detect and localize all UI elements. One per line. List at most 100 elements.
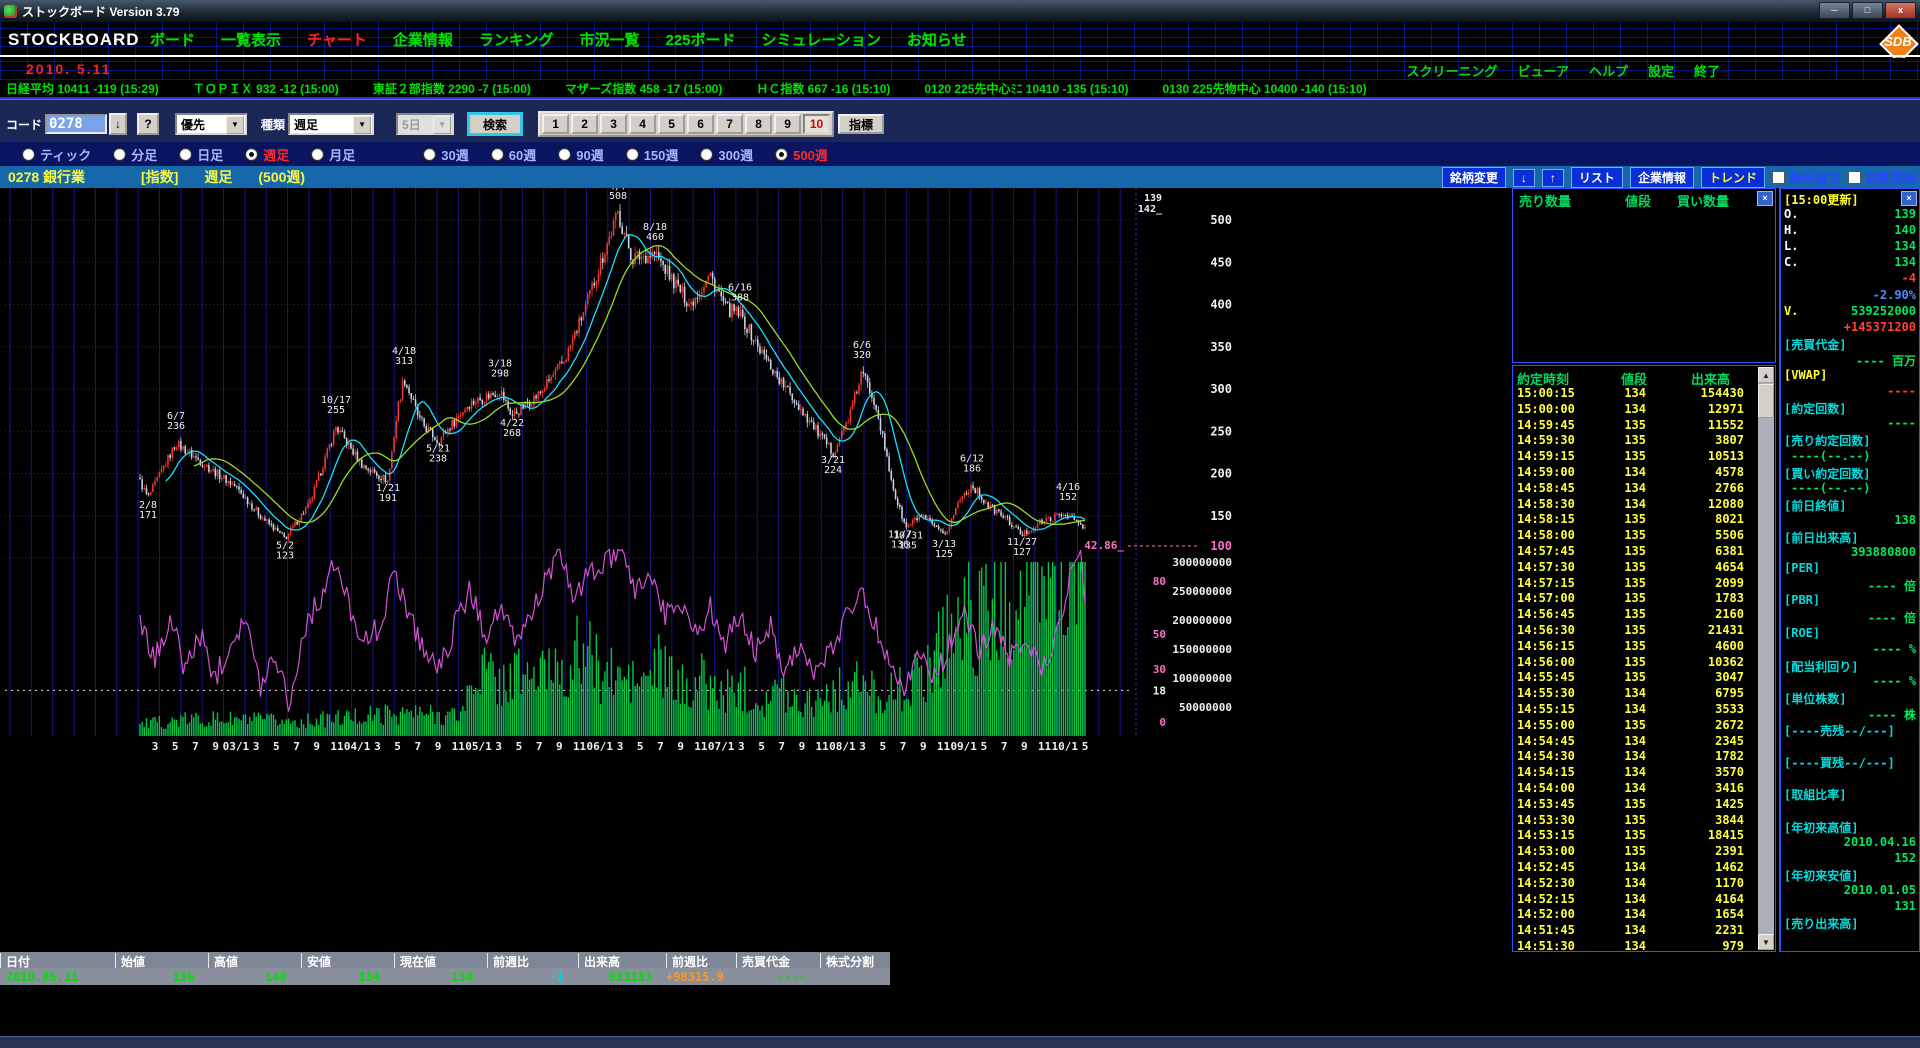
help-button[interactable]: ?: [137, 113, 159, 135]
radio-90週[interactable]: 90週: [558, 145, 603, 164]
info-line: [売り約定回数]: [1781, 432, 1920, 448]
x-axis-label: 3: [253, 740, 260, 753]
header-button-5[interactable]: 企業情報: [1630, 167, 1694, 188]
chevron-down-icon[interactable]: ▼: [353, 116, 371, 134]
checkbox-2[interactable]: 自動更新: [1848, 168, 1917, 187]
radio-300週[interactable]: 300週: [700, 145, 753, 164]
volume-bar: [165, 729, 166, 736]
header-button-6[interactable]: トレンド: [1701, 167, 1765, 188]
volume-bar: [1074, 562, 1075, 736]
candle-body: [781, 378, 783, 384]
candle-body: [942, 530, 944, 533]
menu-item-5[interactable]: ランキング: [479, 29, 554, 50]
code-input[interactable]: [45, 114, 107, 134]
checkbox-icon[interactable]: [1848, 171, 1861, 184]
search-button[interactable]: 検索: [468, 113, 522, 135]
radio-circle-icon[interactable]: [311, 148, 324, 161]
chart-count-button-1[interactable]: 1: [542, 114, 569, 134]
chart-count-button-7[interactable]: 7: [716, 114, 743, 134]
candle-body: [1030, 531, 1032, 532]
radio-circle-icon[interactable]: [558, 148, 571, 161]
minimize-button[interactable]: ─: [1819, 2, 1850, 19]
menu-item-8[interactable]: シミュレーション: [762, 29, 881, 50]
radio-週足[interactable]: 週足: [245, 145, 289, 164]
maximize-button[interactable]: □: [1852, 2, 1883, 19]
priority-select[interactable]: 優先 ▼: [175, 113, 247, 135]
volume-bar: [486, 669, 487, 736]
right-link-1[interactable]: スクリーニング: [1406, 61, 1497, 80]
header-button-2[interactable]: ↓: [1513, 169, 1535, 187]
right-link-2[interactable]: ビューア: [1517, 61, 1568, 80]
radio-circle-icon[interactable]: [179, 148, 192, 161]
radio-circle-icon[interactable]: [113, 148, 126, 161]
menu-item-7[interactable]: 225ボード: [665, 29, 735, 50]
chart-count-button-5[interactable]: 5: [658, 114, 685, 134]
candle-body: [957, 502, 959, 508]
chart-count-button-6[interactable]: 6: [687, 114, 714, 134]
volume-bar: [817, 689, 818, 736]
trade-scrollbar[interactable]: ▲ ▼: [1758, 367, 1774, 950]
radio-500週[interactable]: 500週: [775, 145, 828, 164]
volume-bar: [193, 717, 194, 736]
chart-count-button-4[interactable]: 4: [629, 114, 656, 134]
radio-150週[interactable]: 150週: [626, 145, 679, 164]
buy-qty-header: 買い数量: [1677, 191, 1729, 210]
chart-count-button-10[interactable]: 10: [803, 114, 830, 134]
radio-circle-icon[interactable]: [775, 148, 788, 161]
header-button-1[interactable]: 銘柄変更: [1442, 167, 1506, 188]
chart-count-button-3[interactable]: 3: [600, 114, 627, 134]
radio-circle-icon[interactable]: [22, 148, 35, 161]
right-link-4[interactable]: 設定: [1648, 61, 1674, 80]
volume-bar: [538, 686, 539, 736]
radio-日足[interactable]: 日足: [179, 145, 223, 164]
trade-price: 135: [1624, 433, 1646, 447]
info-line: H.140: [1781, 223, 1920, 239]
chart-count-button-2[interactable]: 2: [571, 114, 598, 134]
volume-bar: [781, 678, 782, 736]
volume-bar: [359, 721, 360, 736]
menu-item-4[interactable]: 企業情報: [393, 29, 453, 50]
chart-count-button-9[interactable]: 9: [774, 114, 801, 134]
radio-ティック[interactable]: ティック: [22, 145, 91, 164]
menu-item-1[interactable]: ボード: [150, 29, 195, 50]
menu-item-2[interactable]: 一覧表示: [221, 29, 281, 50]
checkbox-1[interactable]: 権利落ち: [1772, 168, 1841, 187]
radio-circle-icon[interactable]: [245, 148, 258, 161]
scroll-down-icon[interactable]: ▼: [1758, 934, 1774, 950]
radio-circle-icon[interactable]: [423, 148, 436, 161]
right-link-3[interactable]: ヘルプ: [1589, 61, 1628, 80]
menu-item-9[interactable]: お知らせ: [907, 29, 967, 50]
radio-circle-icon[interactable]: [700, 148, 713, 161]
scroll-thumb[interactable]: [1758, 384, 1774, 418]
radio-circle-icon[interactable]: [626, 148, 639, 161]
x-axis-label: 7: [778, 740, 785, 753]
checkbox-icon[interactable]: [1772, 171, 1785, 184]
indicator-button[interactable]: 指標: [838, 114, 884, 134]
trade-price: 135: [1624, 591, 1646, 605]
radio-60週[interactable]: 60週: [491, 145, 536, 164]
volume-bar: [684, 704, 685, 736]
header-button-4[interactable]: リスト: [1571, 167, 1623, 188]
right-link-5[interactable]: 終了: [1694, 61, 1720, 80]
radio-30週[interactable]: 30週: [423, 145, 468, 164]
menu-item-3[interactable]: チャート: [307, 29, 367, 50]
code-down-button[interactable]: ↓: [109, 113, 127, 135]
period-select[interactable]: 週足 ▼: [288, 113, 374, 135]
close-icon[interactable]: ×: [1757, 191, 1773, 206]
menu-item-6[interactable]: 市況一覧: [579, 29, 639, 50]
volume-bar: [415, 705, 416, 736]
radio-circle-icon[interactable]: [491, 148, 504, 161]
chart-count-button-8[interactable]: 8: [745, 114, 772, 134]
scroll-up-icon[interactable]: ▲: [1758, 367, 1774, 383]
volume-bar: [927, 645, 928, 736]
volume-bar: [955, 627, 956, 736]
volume-bar: [987, 611, 988, 736]
radio-月足[interactable]: 月足: [311, 145, 355, 164]
radio-分足[interactable]: 分足: [113, 145, 157, 164]
header-button-3[interactable]: ↑: [1542, 169, 1564, 187]
close-button[interactable]: x: [1885, 2, 1916, 19]
candle-body: [477, 398, 479, 403]
chevron-down-icon[interactable]: ▼: [226, 116, 244, 134]
x-axis-label: 7: [415, 740, 422, 753]
info-label: [約定回数]: [1784, 400, 1846, 417]
